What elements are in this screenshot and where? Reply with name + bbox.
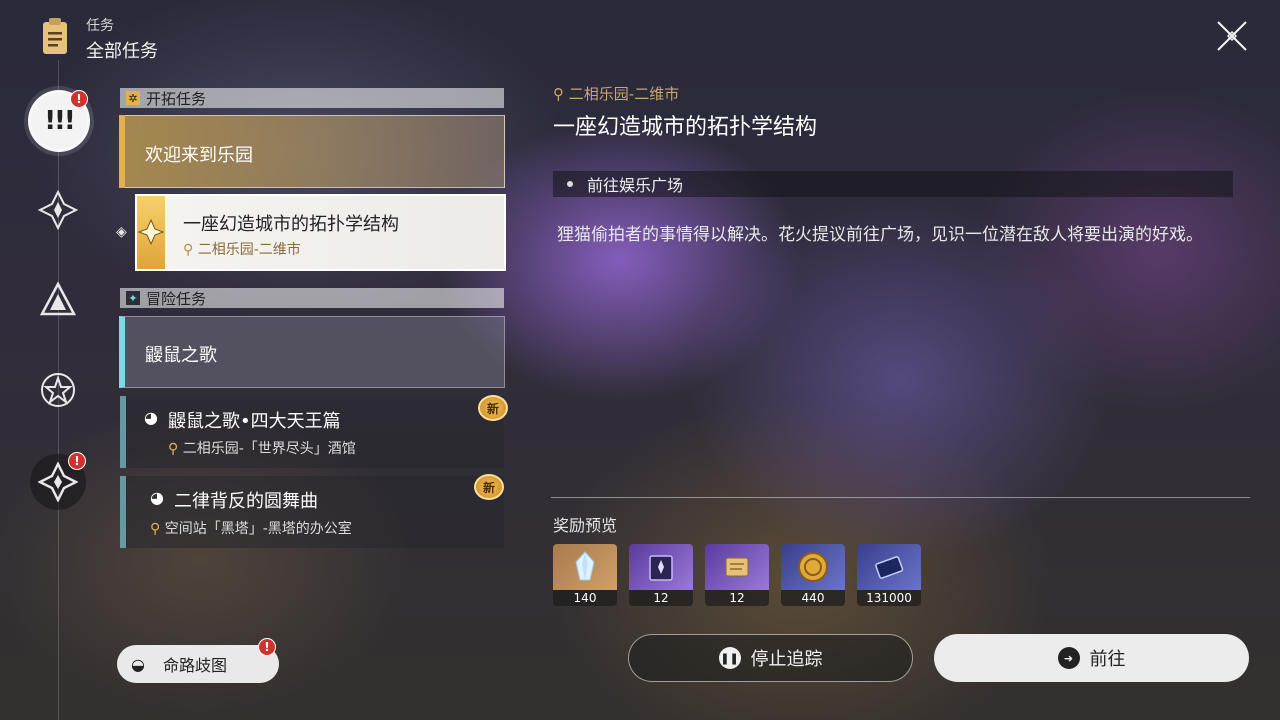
quest-location: ⚲ 二相乐园-「世界尽头」酒馆 — [168, 438, 356, 458]
quest-type-icon: ◕ — [144, 408, 158, 427]
quest-description: 狸猫偷拍者的事情得以解决。花火提议前往广场，见识一位潜在敌人将要出演的好戏。 — [557, 225, 1203, 245]
stop-tracking-label: 停止追踪 — [750, 649, 823, 670]
trailblaze-star-icon — [38, 190, 78, 230]
close-icon[interactable] — [1212, 16, 1252, 56]
star-badge-icon — [41, 373, 75, 407]
reward-count: 440 — [781, 590, 845, 606]
crystal-icon — [575, 551, 595, 581]
divider — [551, 497, 1250, 498]
alert-badge: ! — [70, 90, 88, 108]
book-icon — [649, 555, 673, 581]
location-pin-icon: ⚲ — [183, 242, 194, 258]
detail-location-text: 二相乐园-二维市 — [568, 85, 680, 103]
location-pin-icon: ⚲ — [168, 441, 179, 457]
reward-item-card[interactable]: 131000 — [857, 544, 921, 606]
orbit-icon: ◒ — [131, 654, 145, 674]
trailblaze-icon: ✲ — [126, 91, 140, 105]
alert-badge: ! — [68, 452, 86, 470]
section-header-trailblaze: ✲ 开拓任务 — [120, 88, 504, 108]
stop-tracking-button[interactable]: ❚❚ 停止追踪 — [628, 634, 913, 682]
arrow-right-icon: ➜ — [1057, 647, 1080, 669]
quest-location-text: 二相乐园-二维市 — [197, 242, 301, 258]
credit-card-icon — [875, 556, 904, 579]
section-label: 开拓任务 — [146, 89, 207, 108]
exclamation-icon: !!! — [44, 106, 76, 136]
reward-count: 131000 — [857, 590, 921, 606]
triangle-emblem-icon — [39, 281, 77, 316]
path-map-label: 命路歧图 — [162, 656, 227, 675]
detail-location: ⚲ 二相乐园-二维市 — [553, 83, 679, 104]
reward-item-coin[interactable]: 440 — [781, 544, 845, 606]
section-label: 冒险任务 — [146, 289, 207, 308]
reward-count: 12 — [629, 590, 693, 606]
header-small-title: 任务 — [86, 18, 114, 34]
quest-item-antinomy-waltz[interactable]: ◕ 二律背反的圆舞曲 ⚲ 空间站「黑塔」-黑塔的办公室 — [120, 476, 504, 548]
clipboard-icon — [40, 16, 70, 56]
reward-item-guide[interactable]: 12 — [629, 544, 693, 606]
path-map-button[interactable]: ◒ 命路歧图 — [117, 645, 279, 683]
rail-tab-trailblaze[interactable] — [30, 182, 86, 238]
trailblaze-stripe — [137, 196, 165, 269]
quest-location: ⚲ 空间站「黑塔」-黑塔的办公室 — [150, 518, 352, 538]
selected-indicator-icon: ◈ — [116, 224, 127, 240]
location-pin-icon: ⚲ — [553, 85, 564, 103]
rail-tab-companion[interactable] — [30, 272, 86, 328]
reward-item-stellar-jade[interactable]: 140 — [553, 544, 617, 606]
quest-title: 鼹鼠之歌 — [145, 345, 217, 366]
objective-text: 前往娱乐广场 — [587, 176, 684, 195]
go-button[interactable]: ➜ 前往 — [934, 634, 1249, 682]
quest-title: 一座幻造城市的拓扑学结构 — [183, 214, 399, 235]
rewards-label: 奖励预览 — [553, 516, 618, 535]
objective-row: 前往娱乐广场 — [553, 171, 1233, 197]
alert-badge: ! — [258, 638, 276, 656]
trailblaze-star-icon — [137, 218, 165, 246]
scroll-icon — [725, 557, 749, 577]
quest-title: 二律背反的圆舞曲 — [174, 491, 318, 512]
quest-title: 欢迎来到乐园 — [145, 145, 253, 166]
quest-location: ⚲ 二相乐园-二维市 — [183, 239, 301, 259]
pause-icon: ❚❚ — [718, 647, 741, 669]
rail-tab-adventure[interactable] — [30, 362, 86, 418]
detail-title: 一座幻造城市的拓扑学结构 — [553, 115, 818, 140]
bullet-icon — [567, 181, 573, 187]
section-header-adventure: ✦ 冒险任务 — [120, 288, 504, 308]
new-badge: 新 — [474, 474, 504, 500]
reward-count: 140 — [553, 590, 617, 606]
coin-icon — [798, 552, 828, 582]
adventure-icon: ✦ — [126, 291, 140, 305]
go-label: 前往 — [1089, 649, 1126, 670]
quest-item-welcome[interactable]: 欢迎来到乐园 — [119, 115, 505, 188]
page-title: 全部任务 — [86, 41, 158, 62]
reward-item-log[interactable]: 12 — [705, 544, 769, 606]
quest-item-selected[interactable]: 一座幻造城市的拓扑学结构 ⚲ 二相乐园-二维市 — [135, 194, 506, 271]
quest-title: 鼹鼠之歌•四大天王篇 — [168, 411, 341, 432]
quest-location-text: 二相乐园-「世界尽头」酒馆 — [182, 441, 356, 457]
quest-item-four-kings[interactable]: ◕ 鼹鼠之歌•四大天王篇 ⚲ 二相乐园-「世界尽头」酒馆 — [120, 396, 504, 468]
quest-location-text: 空间站「黑塔」-黑塔的办公室 — [164, 521, 352, 537]
quest-type-icon: ◕ — [150, 488, 164, 507]
location-pin-icon: ⚲ — [150, 521, 161, 537]
quest-item-mole-song[interactable]: 鼹鼠之歌 — [119, 316, 505, 388]
new-badge: 新 — [478, 395, 508, 421]
reward-count: 12 — [705, 590, 769, 606]
